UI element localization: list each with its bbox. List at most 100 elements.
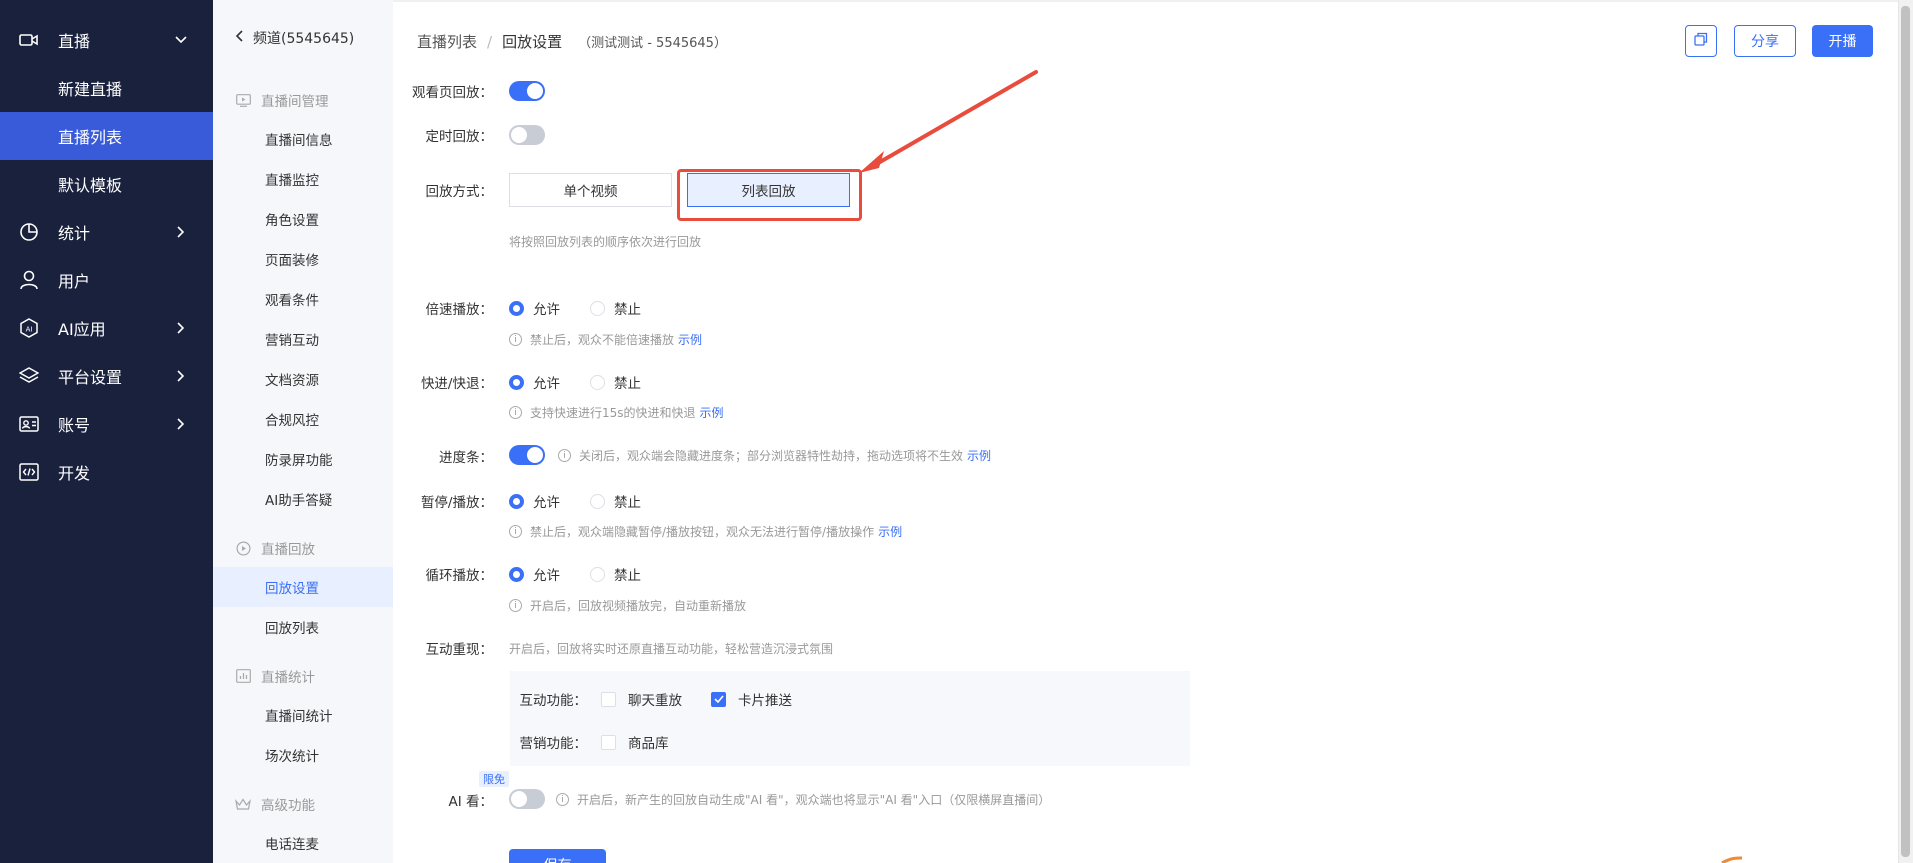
nav-item-stats[interactable]: 统计 bbox=[0, 208, 213, 256]
video-camera-icon bbox=[18, 30, 40, 50]
radio-dot bbox=[509, 300, 524, 316]
seek-example-link[interactable]: 示例 bbox=[700, 404, 724, 421]
breadcrumb-current: 回放设置 bbox=[502, 33, 563, 51]
chevron-right-icon bbox=[174, 321, 188, 335]
menu-group-stats: 直播统计 bbox=[235, 666, 315, 686]
chevron-right-icon bbox=[174, 225, 188, 239]
toggle-knob bbox=[527, 447, 543, 463]
info-icon: i bbox=[509, 525, 522, 538]
nav-item-account[interactable]: 账号 bbox=[0, 400, 213, 448]
nav-item-ai-apps[interactable]: AI AI应用 bbox=[0, 304, 213, 352]
menu-item-monitor[interactable]: 直播监控 bbox=[213, 159, 393, 199]
menu-item-marketing[interactable]: 营销互动 bbox=[213, 319, 393, 359]
toggle-knob bbox=[511, 791, 527, 807]
menu-item-session-stats[interactable]: 场次统计 bbox=[213, 735, 393, 775]
mode-single-video-option[interactable]: 单个视频 bbox=[509, 173, 672, 207]
marketing-func-label: 营销功能： bbox=[519, 736, 588, 752]
progress-example-link[interactable]: 示例 bbox=[967, 447, 991, 464]
copy-button[interactable] bbox=[1685, 25, 1717, 57]
scrollbar-thumb[interactable] bbox=[1901, 6, 1910, 857]
nav-item-default-template[interactable]: 默认模板 bbox=[0, 160, 213, 208]
ai-watch-toggle[interactable] bbox=[509, 789, 545, 809]
seek-allow-radio[interactable]: 允许 bbox=[509, 372, 560, 392]
menu-item-anti-record[interactable]: 防录屏功能 bbox=[213, 439, 393, 479]
menu-item-ai-assistant[interactable]: AI助手答疑 bbox=[213, 479, 393, 519]
progress-hint: i 关闭后，观众端会隐藏进度条；部分浏览器特性劫持，拖动选项将不生效 示例 bbox=[558, 447, 991, 464]
menu-item-replay-list[interactable]: 回放列表 bbox=[213, 607, 393, 647]
menu-group-room: 直播间管理 bbox=[235, 90, 329, 110]
pause-label: 暂停/播放： bbox=[420, 495, 493, 511]
checkbox-box bbox=[601, 734, 616, 750]
menu-item-room-stats[interactable]: 直播间统计 bbox=[213, 695, 393, 735]
ai-watch-label: AI 看： bbox=[448, 794, 493, 810]
watch-replay-toggle[interactable] bbox=[509, 81, 545, 101]
channel-menu: 频道(5545645) 直播间管理 直播间信息 直播监控 角色设置 页面装修 观… bbox=[213, 0, 393, 863]
check-icon bbox=[713, 695, 724, 703]
nav-item-users[interactable]: 用户 bbox=[0, 256, 213, 304]
start-live-button[interactable]: 开播 bbox=[1812, 25, 1873, 57]
breadcrumb-live-list[interactable]: 直播列表 bbox=[417, 31, 477, 52]
bar-chart-icon bbox=[235, 668, 251, 684]
breadcrumb: 直播列表 / 回放设置 （测试测试 - 5545645） bbox=[417, 31, 727, 52]
loop-allow-radio[interactable]: 允许 bbox=[509, 564, 560, 584]
progress-bar-toggle[interactable] bbox=[509, 445, 545, 465]
speed-example-link[interactable]: 示例 bbox=[678, 331, 702, 348]
save-button[interactable]: 保存 bbox=[509, 849, 606, 863]
checkbox-box bbox=[711, 691, 726, 707]
id-card-icon bbox=[18, 414, 40, 434]
menu-item-docs[interactable]: 文档资源 bbox=[213, 359, 393, 399]
nav-item-platform-settings[interactable]: 平台设置 bbox=[0, 352, 213, 400]
pause-forbid-radio[interactable]: 禁止 bbox=[590, 491, 641, 511]
speed-hint: i 禁止后，观众不能倍速播放 示例 bbox=[509, 331, 702, 348]
timed-replay-toggle[interactable] bbox=[509, 125, 545, 145]
info-icon: i bbox=[556, 793, 569, 806]
nav-item-live[interactable]: 直播 bbox=[0, 16, 213, 64]
seek-hint: i 支持快速进行15s的快进和快退 示例 bbox=[509, 404, 724, 421]
menu-item-replay-settings[interactable]: 回放设置 bbox=[213, 567, 393, 607]
seek-label: 快进/快退： bbox=[420, 376, 493, 392]
pause-allow-radio[interactable]: 允许 bbox=[509, 491, 560, 511]
interact-label: 互动重现： bbox=[425, 642, 494, 658]
share-button[interactable]: 分享 bbox=[1734, 25, 1796, 57]
ai-hexagon-icon: AI bbox=[18, 318, 40, 338]
chevron-down-icon bbox=[174, 33, 188, 47]
copy-icon bbox=[1694, 32, 1708, 50]
info-icon: i bbox=[509, 599, 522, 612]
top-divider bbox=[393, 0, 1898, 2]
chat-replay-checkbox[interactable]: 聊天重放 bbox=[601, 689, 682, 709]
radio-dot bbox=[509, 566, 524, 582]
checkbox-box bbox=[601, 691, 616, 707]
goods-lib-checkbox[interactable]: 商品库 bbox=[601, 732, 669, 752]
toggle-knob bbox=[527, 83, 543, 99]
radio-dot bbox=[590, 374, 605, 390]
menu-item-phone-mic[interactable]: 电话连麦 bbox=[213, 823, 393, 863]
channel-suffix: （测试测试 - 5545645） bbox=[578, 36, 727, 51]
info-icon: i bbox=[558, 449, 571, 462]
back-to-channel-link[interactable]: 频道(5545645) bbox=[235, 28, 354, 48]
info-icon: i bbox=[509, 406, 522, 419]
interact-hint: 开启后，回放将实时还原直播互动功能，轻松营造沉浸式氛围 bbox=[509, 642, 834, 656]
menu-item-decoration[interactable]: 页面装修 bbox=[213, 239, 393, 279]
nav-item-develop[interactable]: 开发 bbox=[0, 448, 213, 496]
monitor-play-icon bbox=[235, 92, 251, 108]
chevron-right-icon bbox=[174, 417, 188, 431]
seek-forbid-radio[interactable]: 禁止 bbox=[590, 372, 641, 392]
crown-icon bbox=[235, 796, 251, 812]
nav-item-new-live[interactable]: 新建直播 bbox=[0, 64, 213, 112]
menu-item-room-info[interactable]: 直播间信息 bbox=[213, 119, 393, 159]
breadcrumb-separator: / bbox=[487, 32, 493, 51]
menu-item-roles[interactable]: 角色设置 bbox=[213, 199, 393, 239]
card-push-checkbox[interactable]: 卡片推送 bbox=[711, 689, 792, 709]
ai-watch-hint: i 开启后，新产生的回放自动生成"AI 看"，观众端也将显示"AI 看"入口（仅限… bbox=[556, 791, 1050, 808]
nav-item-live-list[interactable]: 直播列表 bbox=[0, 112, 213, 160]
menu-item-conditions[interactable]: 观看条件 bbox=[213, 279, 393, 319]
speed-allow-radio[interactable]: 允许 bbox=[509, 298, 560, 318]
speed-forbid-radio[interactable]: 禁止 bbox=[590, 298, 641, 318]
pause-example-link[interactable]: 示例 bbox=[878, 523, 902, 540]
loop-forbid-radio[interactable]: 禁止 bbox=[590, 564, 641, 584]
menu-item-compliance[interactable]: 合规风控 bbox=[213, 399, 393, 439]
toggle-knob bbox=[511, 127, 527, 143]
chevron-left-icon bbox=[235, 30, 243, 46]
replay-icon bbox=[235, 540, 251, 556]
radio-dot bbox=[509, 493, 524, 509]
